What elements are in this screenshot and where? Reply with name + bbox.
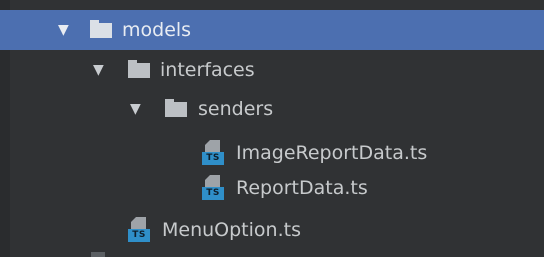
tree-item-label: interfaces	[160, 59, 255, 81]
folder-icon	[90, 20, 112, 38]
tree-item-label: MenuOption.ts	[162, 219, 301, 241]
folder-icon	[128, 60, 150, 78]
tree-item-label: models	[122, 19, 192, 41]
typescript-file-icon: TS	[128, 217, 150, 243]
typescript-file-icon: TS	[202, 140, 224, 166]
expand-arrow-icon[interactable]: ▼	[130, 89, 141, 129]
expand-arrow-icon[interactable]: ▼	[93, 50, 104, 90]
tree-item-label: ImageReportData.ts	[236, 142, 428, 164]
tree-item-interfaces[interactable]: ▼ interfaces	[0, 50, 544, 90]
folder-icon	[165, 99, 187, 117]
partial-file-icon	[91, 252, 105, 257]
tree-item-models[interactable]: ▼ models	[0, 10, 544, 50]
tree-item-label: senders	[198, 98, 274, 120]
tree-item-imagereportdata[interactable]: TS ImageReportData.ts	[0, 133, 544, 173]
tree-item-menuoption[interactable]: TS MenuOption.ts	[0, 210, 544, 250]
tree-item-reportdata[interactable]: TS ReportData.ts	[0, 168, 544, 208]
tree-item-label: ReportData.ts	[236, 177, 368, 199]
project-tree: ▼ models ▼ interfaces ▼ senders TS Image…	[0, 0, 544, 257]
typescript-file-icon: TS	[202, 175, 224, 201]
tree-item-senders[interactable]: ▼ senders	[0, 89, 544, 129]
expand-arrow-icon[interactable]: ▼	[58, 10, 69, 50]
